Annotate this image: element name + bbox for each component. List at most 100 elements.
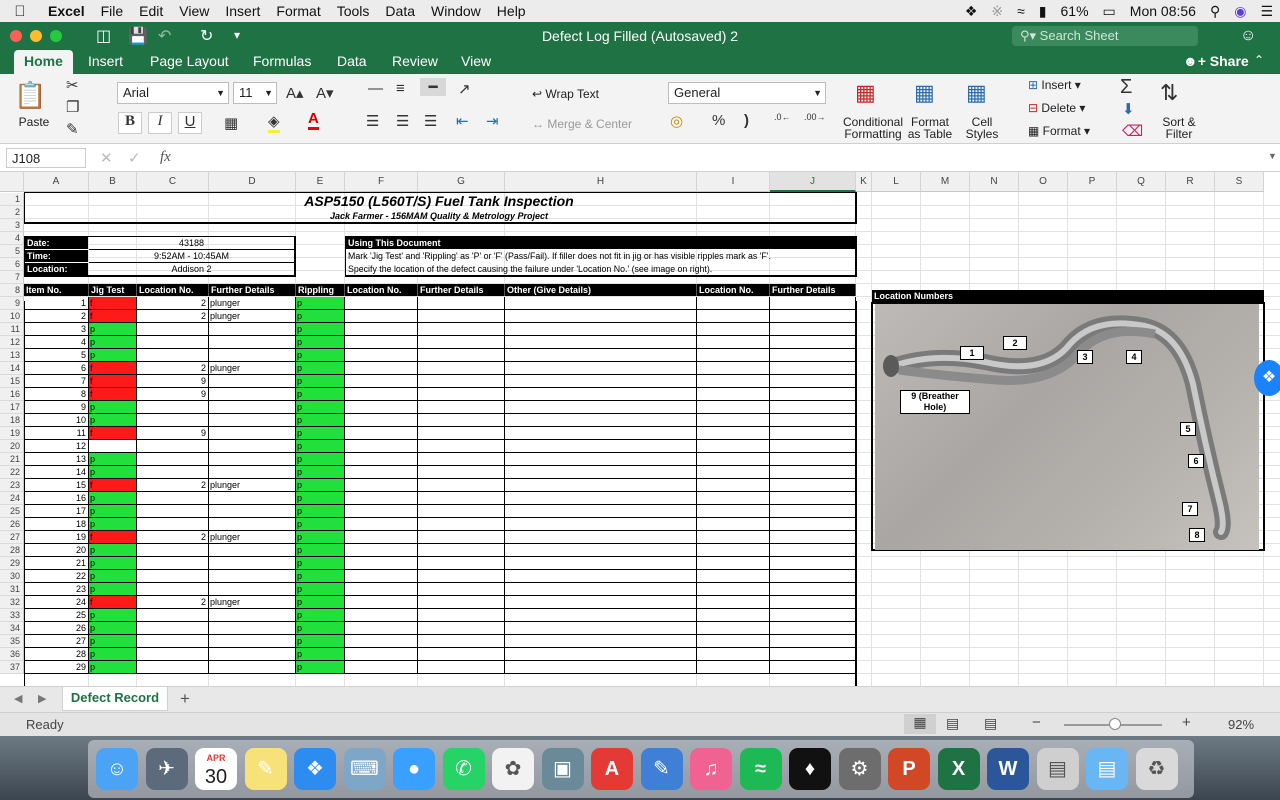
rippling-cell[interactable]: p xyxy=(296,570,345,583)
row-header[interactable]: 26 xyxy=(0,518,24,531)
jig-location-cell[interactable] xyxy=(137,401,209,414)
item-number-cell[interactable]: 28 xyxy=(24,648,89,661)
paste-label[interactable]: Paste xyxy=(14,116,54,128)
page-break-view-icon[interactable]: ▤ xyxy=(984,715,997,732)
dropbox-icon[interactable]: ❖ xyxy=(958,3,985,20)
other-further-details-cell[interactable] xyxy=(770,453,856,466)
item-number-cell[interactable]: 19 xyxy=(24,531,89,544)
rippling-details-cell[interactable] xyxy=(418,518,505,531)
jig-location-cell[interactable] xyxy=(137,323,209,336)
item-number-cell[interactable]: 9 xyxy=(24,401,89,414)
orientation-icon[interactable]: ↗ xyxy=(458,80,471,98)
other-further-details-cell[interactable] xyxy=(770,544,856,557)
rippling-details-cell[interactable] xyxy=(418,362,505,375)
jig-details-cell[interactable] xyxy=(209,440,296,453)
column-header-l[interactable]: L xyxy=(872,172,921,192)
row-header[interactable]: 23 xyxy=(0,479,24,492)
wifi-icon[interactable]: ≈ xyxy=(1010,3,1032,19)
jig-location-cell[interactable] xyxy=(137,336,209,349)
other-location-cell[interactable] xyxy=(697,505,770,518)
other-further-details-cell[interactable] xyxy=(770,466,856,479)
powerpoint-icon[interactable]: P xyxy=(888,748,930,790)
item-number-cell[interactable]: 14 xyxy=(24,466,89,479)
cell-styles-button[interactable]: Cell Styles xyxy=(960,116,1004,140)
jig-test-cell[interactable]: p xyxy=(89,609,137,622)
menu-edit[interactable]: Edit xyxy=(131,3,171,19)
jig-location-cell[interactable] xyxy=(137,661,209,674)
row-header[interactable]: 35 xyxy=(0,635,24,648)
other-further-details-cell[interactable] xyxy=(770,401,856,414)
other-further-details-cell[interactable] xyxy=(770,531,856,544)
jig-test-cell[interactable]: p xyxy=(89,453,137,466)
other-details-cell[interactable] xyxy=(505,427,697,440)
conditional-formatting-button[interactable]: Conditional Formatting xyxy=(842,116,904,140)
other-location-cell[interactable] xyxy=(697,622,770,635)
row-header[interactable]: 31 xyxy=(0,583,24,596)
row-header[interactable]: 13 xyxy=(0,349,24,362)
other-location-cell[interactable] xyxy=(697,609,770,622)
rippling-location-cell[interactable] xyxy=(345,570,418,583)
rippling-location-cell[interactable] xyxy=(345,518,418,531)
rippling-location-cell[interactable] xyxy=(345,544,418,557)
location-numbers-header[interactable]: Location Numbers xyxy=(872,290,1264,302)
column-header-e[interactable]: E xyxy=(296,172,345,192)
instructions-line-1[interactable]: Mark 'Jig Test' and 'Rippling' as 'P' or… xyxy=(348,250,853,262)
rippling-location-cell[interactable] xyxy=(345,440,418,453)
table-header-0[interactable]: Item No. xyxy=(24,284,89,296)
zoom-out-button[interactable]: − xyxy=(1032,714,1041,731)
jig-details-cell[interactable] xyxy=(209,492,296,505)
jig-test-cell[interactable]: p xyxy=(89,648,137,661)
jig-test-cell[interactable]: p xyxy=(89,544,137,557)
other-location-cell[interactable] xyxy=(697,440,770,453)
font-size-select[interactable]: 11 ▼ xyxy=(233,82,277,104)
siri-icon[interactable]: ◉ xyxy=(1227,3,1253,20)
menu-help[interactable]: Help xyxy=(489,3,534,19)
item-number-cell[interactable]: 22 xyxy=(24,570,89,583)
spotlight-icon[interactable]: ⚲ xyxy=(1203,3,1227,20)
zoom-in-button[interactable]: + xyxy=(1182,714,1191,731)
other-location-cell[interactable] xyxy=(697,518,770,531)
column-header-p[interactable]: P xyxy=(1068,172,1117,192)
menu-insert[interactable]: Insert xyxy=(217,3,268,19)
other-location-cell[interactable] xyxy=(697,635,770,648)
other-details-cell[interactable] xyxy=(505,570,697,583)
row-header[interactable]: 2 xyxy=(0,206,24,219)
rippling-details-cell[interactable] xyxy=(418,375,505,388)
other-details-cell[interactable] xyxy=(505,388,697,401)
underline-button[interactable]: U xyxy=(178,112,202,134)
other-location-cell[interactable] xyxy=(697,414,770,427)
rippling-cell[interactable]: p xyxy=(296,544,345,557)
rippling-cell[interactable]: p xyxy=(296,427,345,440)
increase-font-size-icon[interactable]: A▴ xyxy=(286,84,304,102)
item-number-cell[interactable]: 21 xyxy=(24,557,89,570)
cell-styles-icon[interactable]: ▦ xyxy=(966,80,987,106)
row-header[interactable]: 34 xyxy=(0,622,24,635)
jig-test-cell[interactable] xyxy=(89,440,137,453)
other-details-cell[interactable] xyxy=(505,544,697,557)
jig-details-cell[interactable] xyxy=(209,336,296,349)
tab-data[interactable]: Data xyxy=(337,53,367,69)
jig-location-cell[interactable] xyxy=(137,570,209,583)
column-header-q[interactable]: Q xyxy=(1117,172,1166,192)
rippling-location-cell[interactable] xyxy=(345,609,418,622)
column-header-k[interactable]: K xyxy=(856,172,872,192)
tab-view[interactable]: View xyxy=(461,53,491,69)
rippling-cell[interactable]: p xyxy=(296,414,345,427)
row-header[interactable]: 20 xyxy=(0,440,24,453)
jig-details-cell[interactable]: plunger xyxy=(209,479,296,492)
row-header[interactable]: 9 xyxy=(0,297,24,310)
decrease-decimal-icon[interactable]: .00→ xyxy=(804,112,826,122)
rippling-location-cell[interactable] xyxy=(345,375,418,388)
align-bottom-icon[interactable]: ━ xyxy=(420,78,446,96)
menu-app-name[interactable]: Excel xyxy=(40,3,93,19)
rippling-cell[interactable]: p xyxy=(296,661,345,674)
other-details-cell[interactable] xyxy=(505,505,697,518)
tab-home[interactable]: Home xyxy=(14,50,73,74)
collapse-ribbon-icon[interactable]: ⌃ xyxy=(1254,53,1264,67)
table-header-3[interactable]: Further Details xyxy=(209,284,296,296)
rippling-location-cell[interactable] xyxy=(345,427,418,440)
row-header[interactable]: 33 xyxy=(0,609,24,622)
rippling-cell[interactable]: p xyxy=(296,297,345,310)
item-number-cell[interactable]: 17 xyxy=(24,505,89,518)
cancel-icon[interactable]: ✕ xyxy=(100,149,113,167)
